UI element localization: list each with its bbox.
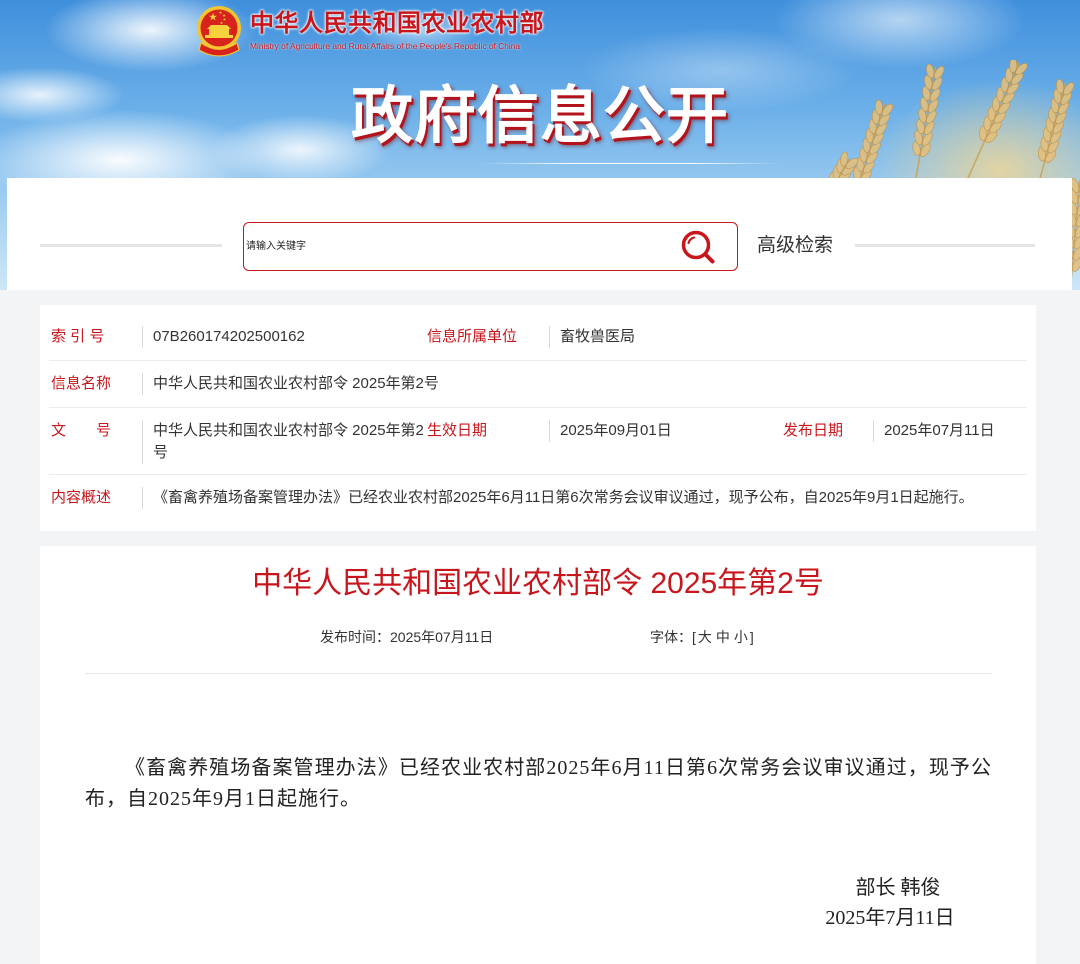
effective-date-value: 2025年09月01日: [549, 420, 783, 442]
search-divider-left: [40, 244, 222, 247]
info-row-doc-number: 文 号 中华人民共和国农业农村部令 2025年第2号 生效日期 2025年09月…: [49, 408, 1027, 475]
summary-value: 《畜禽养殖场备案管理办法》已经农业农村部2025年6月11日第6次常务会议审议通…: [142, 487, 1025, 509]
site-title: 中华人民共和国农业农村部: [250, 10, 544, 37]
search-input[interactable]: [246, 223, 666, 270]
font-size-large[interactable]: 大: [698, 629, 712, 645]
search-box: [243, 222, 738, 271]
publish-date-value: 2025年07月11日: [873, 420, 1025, 442]
publish-date-label: 发布日期: [783, 422, 844, 439]
signature-title: 部长 韩俊: [855, 877, 941, 899]
national-emblem-icon: [197, 6, 241, 57]
article-title: 中华人民共和国农业农村部令 2025年第2号: [252, 567, 824, 600]
emblem-gate-roof: [207, 25, 231, 29]
effective-date-label: 生效日期: [427, 422, 488, 439]
font-size-medium[interactable]: 中: [716, 629, 730, 645]
search-icon[interactable]: [679, 229, 717, 265]
font-size-bracket-close: ]: [749, 629, 754, 645]
site-subtitle: Ministry of Agriculture and Rural Affair…: [250, 41, 521, 51]
unit-label: 信息所属单位: [427, 328, 518, 345]
advanced-search-link[interactable]: 高级检索: [757, 234, 833, 258]
emblem-gate-base: [205, 35, 233, 38]
article-publish-time: 发布时间：2025年07月11日: [320, 629, 494, 645]
signature-date: 2025年7月11日: [825, 907, 955, 929]
unit-value: 畜牧兽医局: [549, 326, 1025, 348]
search-panel: 高级检索: [7, 178, 1072, 290]
article-divider: [85, 673, 992, 674]
banner-title: 政府信息公开: [350, 82, 729, 151]
font-size-selector: 字体：[大中小]: [650, 627, 754, 647]
summary-label: 内容概述: [51, 489, 112, 506]
index-value: 07B260174202500162: [142, 326, 427, 348]
font-size-small[interactable]: 小: [734, 629, 748, 645]
banner-title-underline: [480, 163, 782, 164]
document-info-table: 索 引 号 07B260174202500162 信息所属单位 畜牧兽医局 信息…: [40, 305, 1036, 531]
name-value: 中华人民共和国农业农村部令 2025年第2号: [142, 373, 1025, 395]
font-size-label: 字体：[: [650, 629, 696, 645]
logo-text: 中华人民共和国农业农村部 Ministry of Agriculture and…: [250, 5, 544, 52]
search-icon-handle: [703, 252, 715, 264]
index-label: 索 引 号: [51, 328, 105, 345]
emblem-gate: [209, 29, 229, 35]
doc-number-value: 中华人民共和国农业农村部令 2025年第2号: [142, 420, 427, 464]
info-row-name: 信息名称 中华人民共和国农业农村部令 2025年第2号: [49, 361, 1027, 408]
info-row-summary: 内容概述 《畜禽养殖场备案管理办法》已经农业农村部2025年6月11日第6次常务…: [49, 475, 1027, 521]
site-logo[interactable]: 中华人民共和国农业农村部 Ministry of Agriculture and…: [195, 5, 544, 59]
search-divider-right: [855, 244, 1035, 247]
info-row-index: 索 引 号 07B260174202500162 信息所属单位 畜牧兽医局: [49, 314, 1027, 361]
article-card: 中华人民共和国农业农村部令 2025年第2号 发布时间：2025年07月11日 …: [40, 546, 1036, 964]
doc-number-label: 文 号: [51, 422, 112, 439]
search-icon-glint: [687, 236, 696, 245]
name-label: 信息名称: [51, 375, 112, 392]
article-body: 《畜禽养殖场备案管理办法》已经农业农村部2025年6月11日第6次常务会议审议通…: [85, 757, 992, 810]
